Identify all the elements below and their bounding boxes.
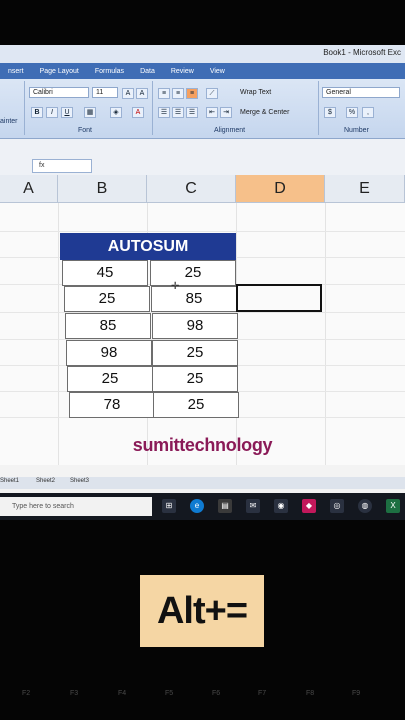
align-top-icon[interactable]: ≡: [158, 88, 170, 99]
title-bar: Book1 - Microsoft Exc: [0, 45, 405, 63]
gridline: [58, 203, 59, 465]
excel-icon[interactable]: X: [386, 499, 400, 513]
camera-icon[interactable]: ◉: [274, 499, 288, 513]
fill-color-icon[interactable]: ◈: [110, 107, 122, 118]
sheet-tab-1[interactable]: Sheet1: [0, 478, 19, 484]
merge-center-button[interactable]: Merge & Center: [240, 109, 289, 116]
font-name-select[interactable]: Calibri: [29, 87, 89, 98]
edge-browser-icon[interactable]: e: [190, 499, 204, 513]
column-header-a[interactable]: A: [0, 175, 58, 203]
borders-icon[interactable]: ▦: [84, 107, 96, 118]
cell-b-row4[interactable]: 98: [66, 340, 152, 366]
fkey-f7: F7: [258, 690, 267, 697]
excel-screen: Book1 - Microsoft Exc nsert Page Layout …: [0, 45, 405, 520]
format-painter-label[interactable]: ainter: [0, 118, 18, 125]
currency-button[interactable]: $: [324, 107, 336, 118]
chrome-icon[interactable]: ◍: [358, 499, 372, 513]
fkey-f6: F6: [212, 690, 221, 697]
gridline: [325, 203, 326, 465]
font-size-select[interactable]: 11: [92, 87, 118, 98]
gridline: [0, 231, 405, 232]
wrap-text-button[interactable]: Wrap Text: [240, 89, 271, 96]
ribbon-tabs: nsert Page Layout Formulas Data Review V…: [0, 63, 405, 79]
column-header-b[interactable]: B: [58, 175, 147, 203]
bold-button[interactable]: B: [31, 107, 43, 118]
cell-c-row2[interactable]: 85: [151, 286, 237, 312]
increase-indent-icon[interactable]: ⇥: [220, 107, 232, 118]
cell-b-row5[interactable]: 25: [67, 366, 153, 392]
fkey-f3: F3: [70, 690, 79, 697]
font-group-label: Font: [78, 127, 93, 134]
window-title: Book1 - Microsoft Exc: [323, 48, 401, 57]
column-header-c[interactable]: C: [147, 175, 236, 203]
align-center-icon[interactable]: ☰: [172, 107, 184, 118]
tab-page-layout[interactable]: Page Layout: [32, 68, 87, 75]
taskbar-search-box[interactable]: Type here to search: [0, 497, 152, 516]
cell-c-row3[interactable]: 98: [152, 313, 238, 339]
number-format-select[interactable]: General: [322, 87, 400, 98]
fx-button[interactable]: fx: [32, 159, 92, 173]
font-color-icon[interactable]: A: [132, 107, 144, 118]
mail-icon[interactable]: ✉: [246, 499, 260, 513]
decrease-indent-icon[interactable]: ⇤: [206, 107, 218, 118]
recorder-icon[interactable]: ◎: [330, 499, 344, 513]
column-header-e[interactable]: E: [325, 175, 405, 203]
sheet-tab-2[interactable]: Sheet2: [36, 478, 55, 484]
cell-c-row5[interactable]: 25: [152, 366, 238, 392]
tab-formulas[interactable]: Formulas: [87, 68, 132, 75]
italic-button[interactable]: I: [46, 107, 58, 118]
align-middle-icon[interactable]: ≡: [172, 88, 184, 99]
task-view-icon[interactable]: ⊞: [162, 499, 176, 513]
fkey-f5: F5: [165, 690, 174, 697]
cell-b-row1[interactable]: 45: [62, 260, 148, 286]
sheet-tab-3[interactable]: Sheet3: [70, 478, 89, 484]
cell-c-row1[interactable]: 25: [150, 260, 236, 286]
cell-c-row6[interactable]: 25: [153, 392, 239, 418]
ribbon: ainter Calibri 11 A A B I U ▦ ◈ A Font ≡…: [0, 79, 405, 139]
fkey-f9: F9: [352, 690, 361, 697]
shrink-font-button[interactable]: A: [136, 88, 148, 99]
mouse-cursor-icon: ✛: [171, 281, 180, 292]
orientation-icon[interactable]: ⟋: [206, 88, 218, 99]
sheet-tabs: Sheet1 Sheet2 Sheet3: [0, 477, 405, 489]
tab-view[interactable]: View: [202, 68, 233, 75]
ribbon-separator: [24, 81, 25, 135]
alignment-group-label: Alignment: [214, 127, 246, 134]
selected-cell-d[interactable]: [236, 284, 322, 312]
table-header-autosum[interactable]: AUTOSUM: [60, 233, 236, 260]
align-left-icon[interactable]: ☰: [158, 107, 170, 118]
cell-c-row4[interactable]: 25: [152, 340, 238, 366]
tab-review[interactable]: Review: [163, 68, 202, 75]
fkey-f2: F2: [22, 690, 31, 697]
comma-style-icon[interactable]: ,: [362, 107, 374, 118]
cell-b-row6[interactable]: 78: [69, 392, 155, 418]
percent-button[interactable]: %: [346, 107, 358, 118]
ribbon-separator: [152, 81, 153, 135]
number-group-label: Number: [344, 127, 369, 134]
cell-b-row2[interactable]: 25: [64, 286, 150, 312]
tab-data[interactable]: Data: [132, 68, 163, 75]
tab-insert[interactable]: nsert: [0, 68, 32, 75]
underline-button[interactable]: U: [61, 107, 73, 118]
app-icon[interactable]: ◆: [302, 499, 316, 513]
file-explorer-icon[interactable]: ▤: [218, 499, 232, 513]
fkey-f8: F8: [306, 690, 315, 697]
windows-taskbar: Type here to search ⊞ e ▤ ✉ ◉ ◆ ◎ ◍ X: [0, 493, 405, 520]
align-bottom-icon[interactable]: ≡: [186, 88, 198, 99]
grow-font-button[interactable]: A: [122, 88, 134, 99]
cell-b-row3[interactable]: 85: [65, 313, 151, 339]
ribbon-separator: [318, 81, 319, 135]
column-header-d[interactable]: D: [236, 175, 325, 203]
keyboard-function-row: F2 F3 F4 F5 F6 F7 F8 F9: [0, 690, 405, 710]
align-right-icon[interactable]: ☰: [186, 107, 198, 118]
channel-watermark: sumittechnology: [132, 435, 273, 455]
shortcut-caption: Alt+=: [140, 575, 264, 647]
fkey-f4: F4: [118, 690, 127, 697]
